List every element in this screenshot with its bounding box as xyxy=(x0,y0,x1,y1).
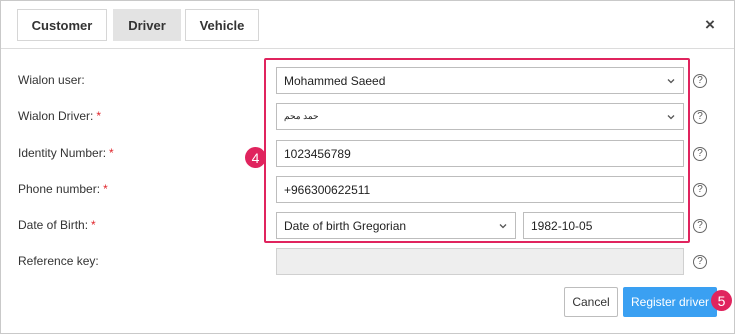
tab-vehicle[interactable]: Vehicle xyxy=(185,9,259,41)
help-icon[interactable]: ? xyxy=(693,219,707,233)
driver-dialog: Customer Driver Vehicle × Wialon user: M… xyxy=(0,0,735,334)
annotation-highlight-box xyxy=(264,58,690,243)
tab-bar: Customer Driver Vehicle × xyxy=(1,1,734,49)
date-of-birth-label: Date of Birth: * xyxy=(18,218,96,232)
cancel-button[interactable]: Cancel xyxy=(564,287,618,317)
help-icon[interactable]: ? xyxy=(693,74,707,88)
wialon-driver-label: Wialon Driver: * xyxy=(18,109,102,123)
identity-number-label: Identity Number: * xyxy=(18,146,114,160)
help-icon[interactable]: ? xyxy=(693,183,707,197)
reference-key-input xyxy=(276,248,684,275)
step-marker-4: 4 xyxy=(245,147,266,168)
register-driver-button[interactable]: Register driver xyxy=(623,287,717,317)
step-marker-5: 5 xyxy=(711,290,732,311)
help-icon[interactable]: ? xyxy=(693,147,707,161)
wialon-user-label: Wialon user: xyxy=(18,73,85,87)
help-icon[interactable]: ? xyxy=(693,255,707,269)
phone-number-label: Phone number: * xyxy=(18,182,108,196)
reference-key-label: Reference key: xyxy=(18,254,99,268)
tab-customer[interactable]: Customer xyxy=(17,9,107,41)
help-icon[interactable]: ? xyxy=(693,110,707,124)
tab-driver[interactable]: Driver xyxy=(113,9,181,41)
close-icon[interactable]: × xyxy=(701,15,719,35)
